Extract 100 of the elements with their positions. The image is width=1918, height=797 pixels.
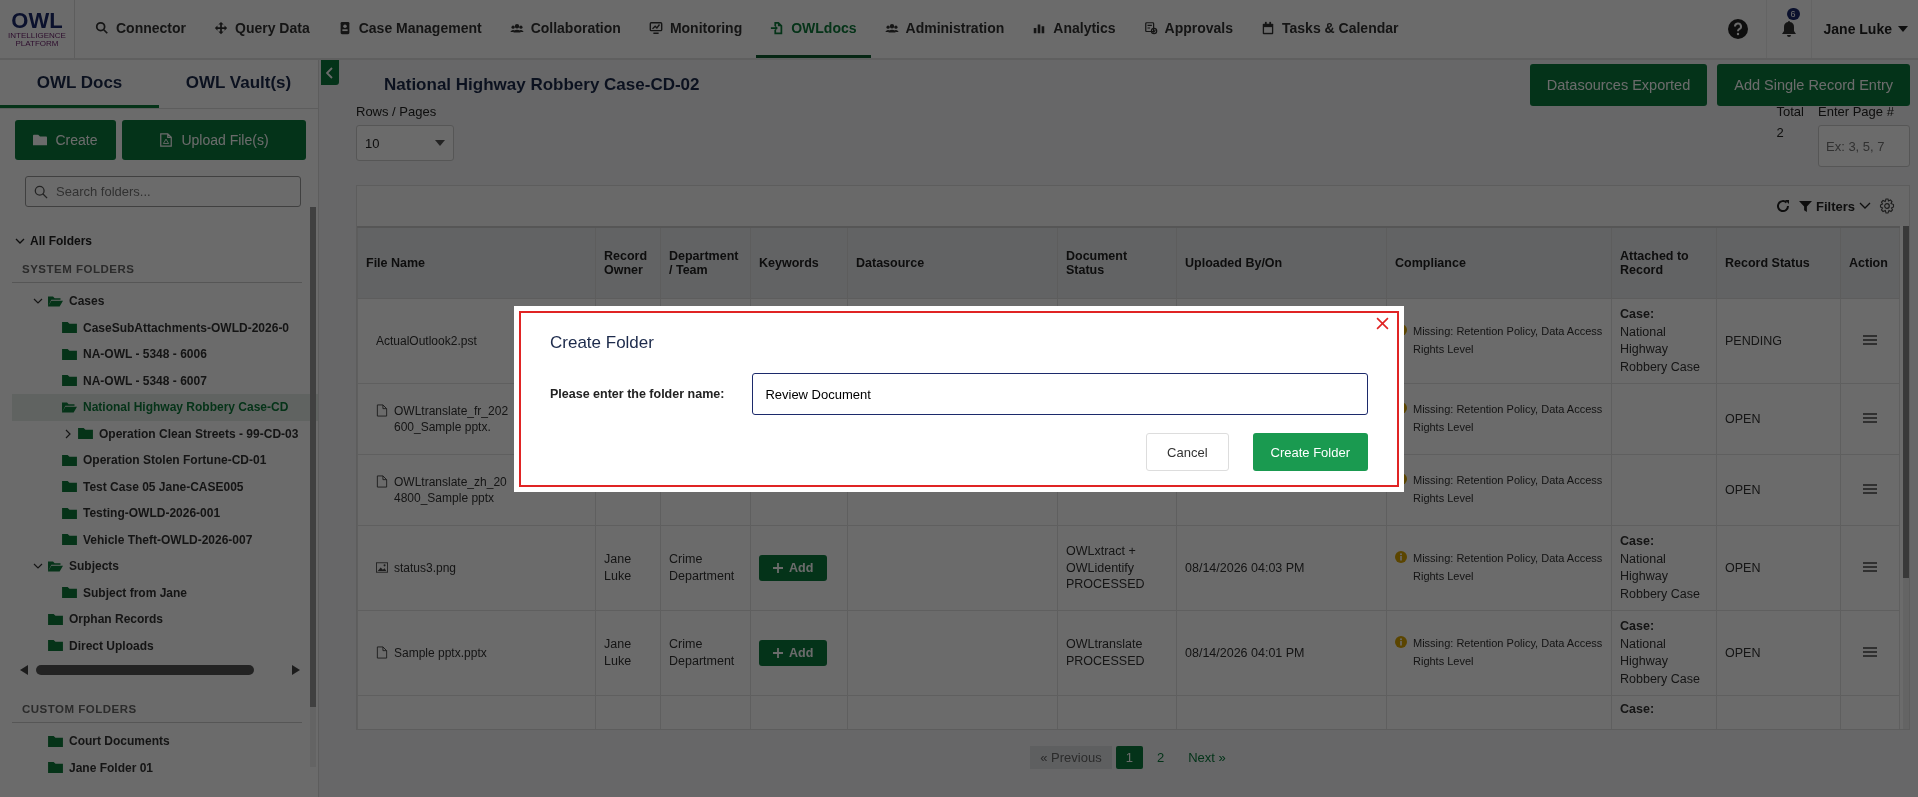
menu-icon[interactable]	[1863, 646, 1877, 657]
search-icon	[95, 20, 109, 35]
file-name[interactable]: Sample pptx.pptx	[394, 644, 487, 662]
tree-item[interactable]: Vehicle Theft-OWLD-2026-007	[12, 526, 318, 553]
help-icon[interactable]	[1727, 19, 1748, 39]
nav-tab[interactable]: Case Management	[323, 0, 496, 58]
menu-icon[interactable]	[1863, 334, 1877, 345]
tree-item[interactable]: Orphan Records	[12, 606, 318, 633]
tree-item[interactable]: All Folders	[14, 231, 318, 251]
add-keyword-button[interactable]: Add	[759, 555, 828, 581]
nav-tab[interactable]: OWLdocs	[756, 0, 871, 58]
search-field[interactable]: Search folders...	[25, 176, 301, 207]
column-header: Compliance	[1386, 227, 1612, 299]
tree-item[interactable]: Subjects	[12, 553, 318, 580]
add-record-button[interactable]: Add Single Record Entry	[1717, 64, 1910, 106]
nav-tab[interactable]: Connector	[81, 0, 200, 58]
page-number-button[interactable]: 1	[1115, 746, 1143, 769]
file-icon	[376, 474, 388, 488]
compliance-note: Missing: Retention Policy, Data Access Rights Level	[1413, 402, 1603, 435]
tree-item[interactable]: National Highway Robbery Case-CD	[12, 394, 318, 421]
folder-icon	[62, 533, 77, 547]
menu-icon[interactable]	[1863, 412, 1877, 423]
nav-tab[interactable]: Collaboration	[495, 0, 635, 58]
compliance-note: Missing: Retention Policy, Data Access Rights Level	[1413, 551, 1603, 584]
folder-icon	[62, 321, 77, 335]
pdf-file-icon	[159, 133, 174, 147]
tree-item[interactable]: Testing-OWLD-2026-001	[12, 500, 318, 527]
compliance-note: Missing: Retention Policy, Data Access Rights Level	[1413, 636, 1603, 669]
file-icon	[376, 403, 388, 417]
column-header: Attached to Record	[1611, 227, 1717, 299]
record-owner: Jane Luke	[604, 552, 632, 583]
filters-button[interactable]: Filters	[1799, 198, 1871, 214]
attached-record: Case: National Highway Robbery Case	[1620, 533, 1701, 603]
next-page-button[interactable]: Next »	[1178, 746, 1236, 769]
add-keyword-button[interactable]: Add	[759, 640, 828, 666]
dialog-title: Create Folder	[550, 333, 655, 353]
filter-icon	[1799, 199, 1812, 213]
create-button[interactable]: Create	[15, 120, 116, 160]
tree-item[interactable]: NA-OWL - 5348 - 6006	[12, 341, 318, 368]
settings-icon[interactable]	[1879, 198, 1895, 214]
folder-name-label: Please enter the folder name:	[550, 387, 725, 401]
compliance-note: Missing: Retention Policy, Data Access Rights Level	[1413, 473, 1603, 506]
datasources-exported-button[interactable]: Datasources Exported	[1529, 64, 1708, 106]
tree-item[interactable]: NA-OWL - 5348 - 6007	[12, 367, 318, 394]
cancel-button[interactable]: Cancel	[1146, 433, 1229, 471]
document-status: OWLtranslate PROCESSED	[1066, 637, 1145, 668]
tree-item[interactable]: CaseSubAttachments-OWLD-2026-0	[12, 314, 318, 341]
tree-item[interactable]: Operation Stolen Fortune-CD-01	[12, 447, 318, 474]
department: Crime Department	[669, 637, 735, 668]
owl-logo[interactable]: OWL INTELLIGENCE PLATFORM	[0, 0, 75, 58]
nav-tab[interactable]: Monitoring	[634, 0, 757, 58]
tree-item[interactable]: Cases	[12, 288, 318, 315]
column-header: Department / Team	[660, 227, 751, 299]
tree-item[interactable]: Court Documents	[12, 728, 318, 755]
user-menu[interactable]: Jane Luke	[1810, 0, 1918, 58]
rows-per-page-select[interactable]: 10	[356, 125, 454, 161]
close-icon[interactable]	[1376, 317, 1389, 330]
file-name[interactable]: OWLtranslate_fr_202 600_Sample pptx.	[394, 402, 509, 436]
menu-icon[interactable]	[1863, 483, 1877, 494]
folder-icon	[33, 133, 48, 147]
nav-tab[interactable]: Approvals	[1129, 0, 1248, 58]
attached-record: Case: National Highway Robbery Case	[1620, 306, 1701, 376]
sidebar-tab[interactable]: OWL Docs	[0, 60, 159, 108]
tree-item[interactable]: Test Case 05 Jane-CASE005	[12, 473, 318, 500]
file-name[interactable]: ActualOutlook2.pst	[376, 332, 477, 350]
create-folder-button[interactable]: Create Folder	[1252, 433, 1368, 471]
nav-tab[interactable]: Analytics	[1018, 0, 1130, 58]
file-name[interactable]: status3.png	[394, 559, 457, 577]
page-number-field[interactable]: Ex: 3, 5, 7	[1818, 125, 1910, 167]
scroll-right-icon[interactable]	[292, 665, 300, 675]
total-label: Total	[1776, 104, 1804, 119]
folder-icon	[48, 612, 63, 626]
folder-icon	[62, 347, 77, 361]
nav-tab[interactable]: Administration	[870, 0, 1019, 58]
bell-icon[interactable]	[1780, 20, 1797, 38]
collapse-sidebar-button[interactable]	[321, 60, 339, 85]
folder-name-field[interactable]: Review Document	[752, 373, 1368, 415]
upload-files-button[interactable]: Upload File(s)	[122, 120, 306, 160]
folder-icon	[62, 374, 77, 388]
upload-date: 08/14/2026 04:01 PM	[1185, 645, 1305, 660]
tree-item[interactable]: Subject from Jane	[12, 579, 318, 606]
department: Crime Department	[669, 552, 735, 583]
sidebar-tab[interactable]: OWL Vault(s)	[159, 60, 318, 108]
menu-icon[interactable]	[1863, 561, 1877, 572]
column-header: Action	[1840, 227, 1900, 299]
section-heading: CUSTOM FOLDERS	[12, 691, 302, 723]
refresh-icon[interactable]	[1775, 198, 1791, 214]
page-number-label: Enter Page #	[1818, 104, 1895, 119]
search-input[interactable]: Search folders...	[54, 183, 278, 200]
tree-item[interactable]: Operation Clean Streets - 99-CD-03	[12, 420, 318, 447]
total-value: 2	[1776, 125, 1785, 140]
nav-tab[interactable]: Tasks & Calendar	[1247, 0, 1413, 58]
nav-tab[interactable]: Query Data	[200, 0, 324, 58]
tree-item[interactable]: Direct Uploads	[12, 632, 318, 659]
page-number-button[interactable]: 2	[1146, 746, 1175, 769]
horizontal-scrollbar[interactable]	[20, 663, 300, 677]
tree-item[interactable]: Jane Folder 01	[12, 754, 318, 781]
plus-icon	[773, 648, 783, 658]
caret-icon	[1898, 26, 1908, 32]
scroll-left-icon[interactable]	[20, 665, 28, 675]
